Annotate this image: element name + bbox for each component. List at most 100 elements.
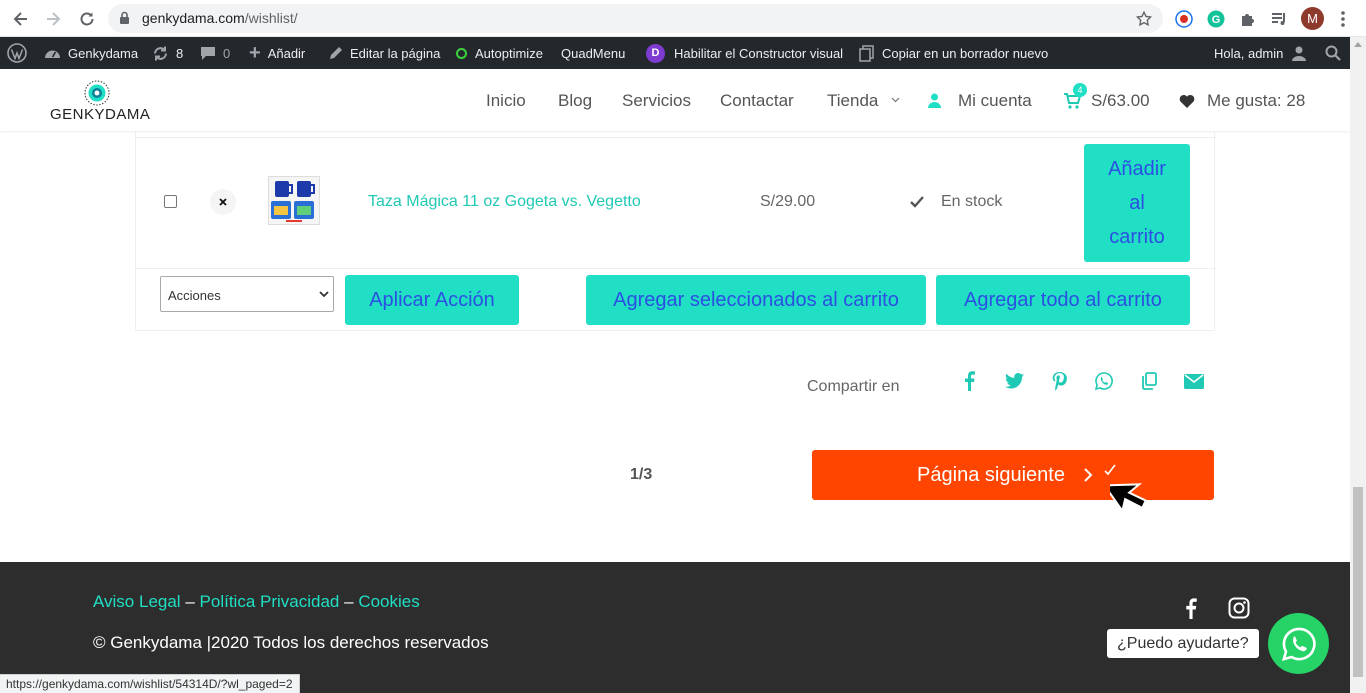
footer-facebook-icon[interactable]	[1185, 598, 1197, 619]
pinterest-icon[interactable]	[1048, 370, 1070, 392]
logo-text[interactable]: GENKYDAMA	[50, 106, 150, 123]
browser-toolbar: genkydama.com/wishlist/ G M	[0, 0, 1366, 37]
heart-icon	[1179, 94, 1195, 108]
star-icon[interactable]	[1135, 10, 1153, 28]
forward-icon[interactable]	[42, 8, 64, 30]
admin-edit-page[interactable]: Editar la página	[328, 37, 440, 69]
copy-link-icon[interactable]	[1138, 370, 1160, 392]
add-all-to-cart-button[interactable]: Agregar todo al carrito	[936, 275, 1190, 325]
menu-item-mi-cuenta[interactable]: Mi cuenta	[958, 91, 1032, 111]
grammarly-icon[interactable]: G	[1207, 10, 1225, 28]
legal-notice-link[interactable]: Aviso Legal	[93, 592, 181, 611]
more-vert-icon[interactable]	[1337, 10, 1349, 28]
facebook-icon[interactable]	[958, 370, 980, 392]
admin-copy-draft[interactable]: Copiar en un borrador nuevo	[858, 37, 1048, 69]
next-page-label: Página siguiente	[917, 463, 1065, 486]
apply-action-button[interactable]: Aplicar Acción	[345, 275, 519, 325]
privacy-policy-link[interactable]: Política Privacidad	[200, 592, 340, 611]
admin-add-new[interactable]: + Añadir	[249, 37, 305, 69]
plus-icon: +	[249, 41, 261, 64]
product-price: S/29.00	[760, 193, 816, 210]
add-to-cart-button[interactable]: Añadir al carrito	[1084, 144, 1190, 262]
admin-greeting: Hola, admin	[1214, 45, 1284, 61]
autoptimize-label: Autoptimize	[475, 45, 543, 61]
url-text: genkydama.com/wishlist/	[142, 10, 298, 26]
admin-updates[interactable]: 8	[152, 37, 183, 69]
copy-draft-icon	[858, 44, 875, 62]
scrollbar-thumb[interactable]	[1353, 487, 1363, 677]
product-thumbnail[interactable]	[268, 176, 320, 225]
actions-select[interactable]: Acciones	[160, 276, 334, 312]
comments-count: 0	[223, 45, 231, 61]
admin-visual-builder[interactable]: D Habilitar el Constructor visual	[646, 37, 843, 69]
cookies-link[interactable]: Cookies	[358, 592, 419, 611]
comment-icon	[200, 46, 216, 61]
wp-admin-bar: Genkydama 8 0 + Añadir Editar la página …	[0, 37, 1350, 69]
page-indicator: 1/3	[630, 466, 653, 483]
svg-text:G: G	[1212, 14, 1221, 26]
footer-separator: –	[344, 592, 354, 611]
actions-select-value: Acciones	[168, 288, 221, 303]
status-bar-url: https://genkydama.com/wishlist/54314D/?w…	[0, 674, 300, 693]
back-icon[interactable]	[10, 8, 32, 30]
user-icon	[928, 93, 941, 108]
check-icon	[910, 196, 924, 208]
updates-icon	[152, 45, 169, 62]
twitter-icon[interactable]	[1003, 370, 1025, 392]
likes-link[interactable]: Me gusta: 28	[1207, 91, 1305, 111]
admin-comments[interactable]: 0	[200, 37, 230, 69]
menu-item-blog[interactable]: Blog	[558, 91, 592, 111]
menu-item-tienda[interactable]: Tienda	[827, 91, 878, 111]
profile-avatar[interactable]: M	[1301, 7, 1324, 30]
divi-badge-icon: D	[646, 43, 665, 63]
menu-item-inicio[interactable]: Inicio	[486, 91, 526, 111]
cursor-arrow-icon	[1110, 471, 1168, 525]
share-label: Compartir en	[807, 378, 900, 395]
whatsapp-icon[interactable]	[1093, 370, 1115, 392]
reload-icon[interactable]	[76, 8, 98, 30]
status-dot-icon	[456, 47, 467, 59]
add-new-label: Añadir	[267, 45, 306, 61]
footer-links: Aviso Legal – Política Privacidad – Cook…	[93, 592, 420, 612]
remove-item-button[interactable]	[210, 189, 236, 215]
admin-account[interactable]: Hola, admin	[1214, 37, 1307, 69]
lock-icon[interactable]	[119, 11, 130, 25]
product-name-link[interactable]: Taza Mágica 11 oz Gogeta vs. Vegetto	[368, 193, 641, 211]
row-divider	[136, 137, 1216, 138]
menu-item-contactar[interactable]: Contactar	[720, 91, 794, 111]
cart-count-badge: 4	[1073, 83, 1087, 97]
user-avatar-icon	[1291, 45, 1307, 61]
site-header: GENKYDAMA Inicio Blog Servicios Contacta…	[0, 69, 1350, 131]
quadmenu-label: QuadMenu	[561, 45, 626, 61]
select-chevron-icon	[319, 291, 329, 298]
dashboard-icon	[44, 46, 61, 60]
footer-instagram-icon[interactable]	[1228, 597, 1250, 619]
add-selected-to-cart-button[interactable]: Agregar seleccionados al carrito	[586, 275, 926, 325]
pencil-icon	[328, 46, 343, 61]
wordpress-logo-icon[interactable]	[7, 37, 27, 69]
updates-count: 8	[176, 45, 184, 61]
admin-search-icon[interactable]	[1325, 37, 1341, 69]
scroll-up-arrow-icon[interactable]	[1354, 41, 1362, 47]
row-divider	[136, 268, 1216, 269]
admin-autoptimize[interactable]: Autoptimize	[456, 37, 543, 69]
email-icon[interactable]	[1183, 370, 1205, 392]
admin-quadmenu[interactable]: QuadMenu	[561, 37, 625, 69]
chevron-right-icon	[1084, 468, 1093, 482]
whatsapp-chat-button[interactable]	[1268, 613, 1329, 674]
whatsapp-chat-icon	[1281, 627, 1316, 661]
close-icon	[219, 198, 227, 206]
edit-page-label: Editar la página	[350, 45, 441, 61]
extension-shield-icon[interactable]	[1175, 10, 1193, 28]
page-scrollbar[interactable]	[1350, 37, 1366, 693]
menu-item-servicios[interactable]: Servicios	[622, 91, 691, 111]
media-queue-icon[interactable]	[1270, 10, 1288, 28]
admin-site-name: Genkydama	[68, 45, 139, 61]
chat-help-bubble[interactable]: ¿Puedo ayudarte?	[1107, 629, 1259, 658]
logo-emblem-icon[interactable]	[84, 80, 110, 106]
puzzle-icon[interactable]	[1239, 10, 1257, 28]
cart-total[interactable]: S/63.00	[1091, 91, 1150, 111]
chevron-down-icon	[891, 95, 900, 104]
item-checkbox[interactable]	[164, 195, 177, 208]
admin-site-link[interactable]: Genkydama	[44, 37, 138, 69]
